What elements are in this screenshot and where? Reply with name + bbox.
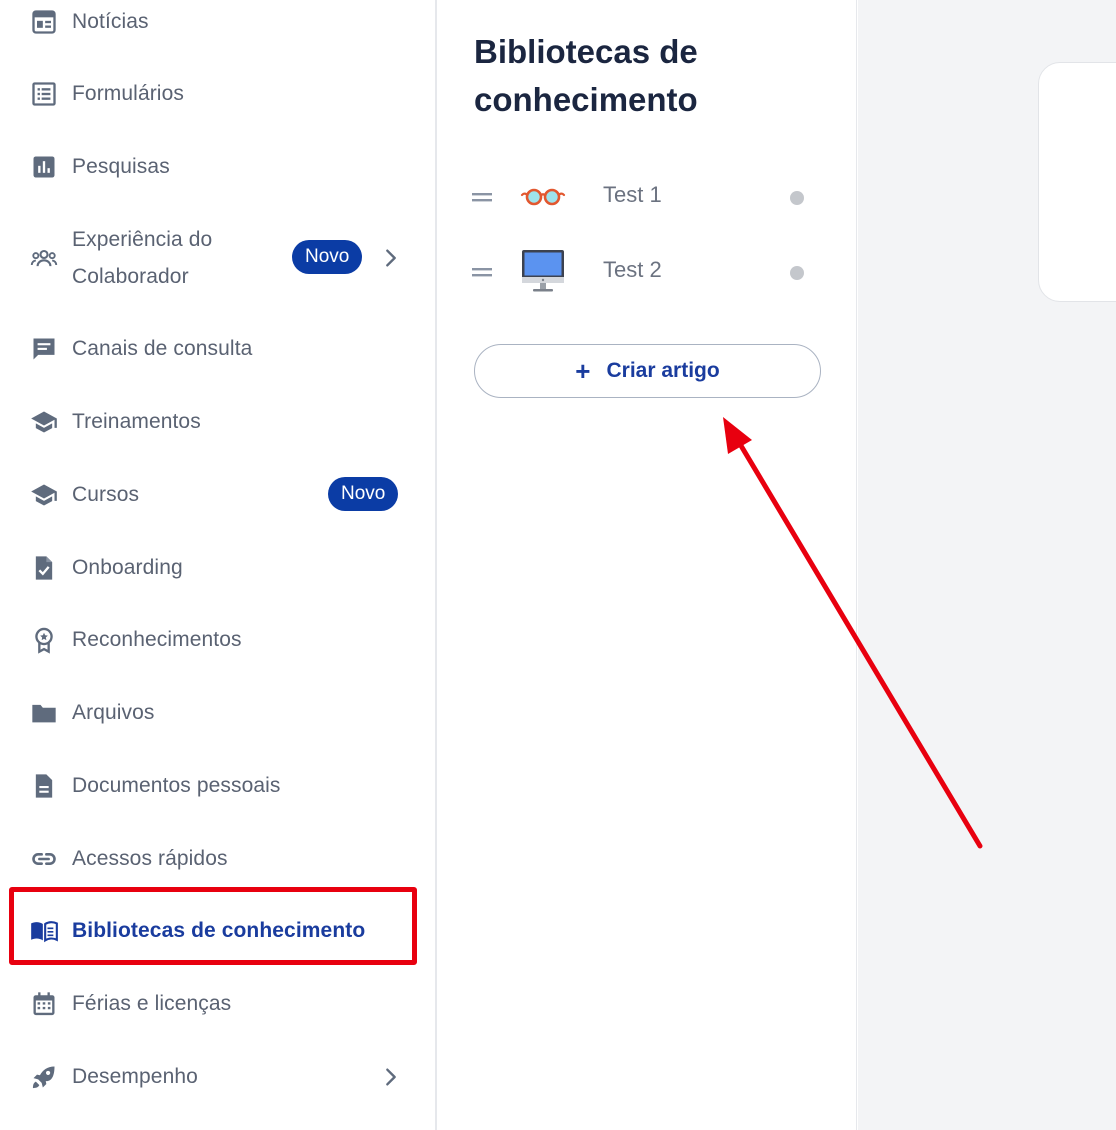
graduation-cap-icon [28, 406, 60, 438]
status-dot [790, 266, 804, 280]
sidebar-item-label: Bibliotecas de conhecimento [72, 919, 366, 942]
create-article-button[interactable]: + Criar artigo [474, 344, 821, 398]
sidebar-item-bibliotecas-conhecimento[interactable]: Bibliotecas de conhecimento [28, 913, 399, 949]
sidebar-item-label: Documentos pessoais [72, 774, 281, 797]
bar-chart-icon [28, 151, 60, 183]
sidebar-item-label: Cursos [72, 483, 140, 506]
sidebar-item-label: Treinamentos [72, 410, 201, 433]
desktop-computer-icon [522, 250, 564, 292]
sidebar-item-formularios[interactable]: Formulários [28, 76, 399, 112]
sidebar-item-label: Onboarding [72, 556, 183, 579]
sidebar: Notícias Formulários Pesquisas Experiênc… [0, 0, 437, 1130]
sidebar-item-pesquisas[interactable]: Pesquisas [28, 149, 399, 185]
article-title[interactable]: Test 2 [603, 257, 662, 283]
open-book-icon [28, 915, 60, 947]
new-badge: Novo [292, 240, 363, 274]
article-row[interactable]: Test 2 [469, 247, 814, 297]
sidebar-item-label: Reconhecimentos [72, 628, 242, 651]
drag-handle-icon[interactable] [472, 268, 492, 278]
form-list-icon [28, 78, 60, 110]
folder-icon [28, 697, 60, 729]
sidebar-item-desempenho[interactable]: Desempenho [28, 1059, 399, 1095]
article-row[interactable]: Test 1 [469, 172, 814, 222]
sidebar-item-acessos-rapidos[interactable]: Acessos rápidos [28, 841, 399, 877]
create-article-label: Criar artigo [606, 359, 720, 382]
team-icon [28, 242, 60, 274]
plus-icon: + [575, 356, 591, 386]
sidebar-item-label: Experiência do Colaborador [72, 228, 213, 288]
sidebar-item-onboarding[interactable]: Onboarding [28, 550, 399, 586]
newspaper-icon [28, 6, 60, 38]
page-title: Bibliotecas de conhecimento [474, 33, 698, 118]
chevron-right-icon[interactable] [380, 1066, 402, 1088]
document-icon [28, 770, 60, 802]
sidebar-item-treinamentos[interactable]: Treinamentos [28, 404, 399, 440]
new-badge: Novo [328, 477, 399, 511]
sidebar-item-label: Canais de consulta [72, 337, 253, 360]
sidebar-item-arquivos[interactable]: Arquivos [28, 695, 399, 731]
status-dot [790, 191, 804, 205]
sidebar-item-label: Arquivos [72, 701, 155, 724]
link-icon [28, 843, 60, 875]
eyeglasses-icon [520, 188, 566, 206]
sidebar-item-label: Desempenho [72, 1065, 198, 1088]
chevron-right-icon[interactable] [380, 247, 402, 269]
article-title[interactable]: Test 1 [603, 182, 662, 208]
sidebar-item-noticias[interactable]: Notícias [28, 4, 399, 40]
sidebar-item-label: Pesquisas [72, 155, 170, 178]
sidebar-item-label: Acessos rápidos [72, 847, 228, 870]
content-area [858, 0, 1116, 1130]
award-ribbon-icon [28, 624, 60, 656]
calendar-icon [28, 988, 60, 1020]
drag-handle-icon[interactable] [472, 193, 492, 203]
sidebar-item-label: Notícias [72, 10, 149, 33]
graduation-cap-icon [28, 479, 60, 511]
sidebar-item-label: Férias e licenças [72, 992, 232, 1015]
sidebar-item-reconhecimentos[interactable]: Reconhecimentos [28, 622, 399, 658]
sidebar-item-documentos-pessoais[interactable]: Documentos pessoais [28, 768, 399, 804]
chat-icon [28, 333, 60, 365]
sidebar-item-label: Formulários [72, 82, 184, 105]
rocket-icon [28, 1061, 60, 1093]
sidebar-item-ferias-licencas[interactable]: Férias e licenças [28, 986, 399, 1022]
content-card [1038, 62, 1116, 302]
sidebar-item-canais-consulta[interactable]: Canais de consulta [28, 331, 399, 367]
knowledge-library-panel: Bibliotecas de conhecimento Test 1 Test … [439, 0, 857, 1130]
document-check-icon [28, 552, 60, 584]
